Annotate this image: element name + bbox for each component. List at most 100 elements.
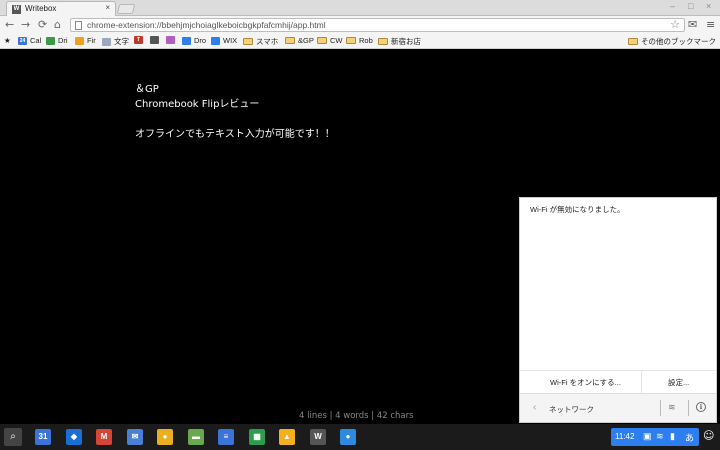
bookmark-item[interactable]: 文字 [102,36,129,47]
home-icon[interactable]: ⌂ [54,18,61,31]
minimize-icon[interactable]: – [670,1,675,11]
bookmark-label: &GP [298,36,314,45]
wifi-icon: ≋ [656,431,664,441]
bookmark-label: Dro [194,36,207,45]
doc-line-4[interactable]: オフラインでもテキスト入力が可能です！！ [135,125,335,140]
bookmark-item[interactable]: Fir [75,36,96,45]
info-icon[interactable]: i [696,402,706,412]
new-tab-button[interactable] [116,4,136,14]
tab-title: Writebox [25,4,57,13]
writebox-app-icon[interactable]: W [310,429,326,445]
battery-icon: ▮ [670,431,675,441]
enable-wifi-button[interactable]: Wi-Fi をオンにする... [550,377,621,388]
browser-toolbar: ← → ⟳ ⌂ chrome-extension://bbehjmjchoiag… [0,16,720,34]
back-arrow-icon[interactable]: ← [5,18,14,31]
bookmark-item[interactable]: &GP [285,36,314,45]
wix-icon [211,36,220,45]
accessibility-icon[interactable]: ☺ [703,429,717,443]
bookmark-star-icon[interactable]: ☆ [670,18,680,31]
settings-button[interactable]: 設定... [668,377,689,388]
bookmark-label: Cal [30,36,42,45]
gmail-app-icon[interactable]: M [96,429,112,445]
bookmark-item[interactable] [150,36,162,44]
files-app-icon[interactable]: ● [340,429,356,445]
page-icon [75,21,82,30]
bookmark-item[interactable]: Dri [46,36,68,45]
status-tray[interactable]: 11:42 ▣ ≋ ▮ あ [611,428,699,446]
firebase-icon [75,36,84,45]
document-stats: 4 lines | 4 words | 42 chars [299,411,414,421]
divider [688,400,689,416]
game-app-icon[interactable]: ▬ [188,429,204,445]
folder-icon [317,37,327,44]
other-bookmarks-label: その他のブックマーク [641,37,716,46]
drive-icon [46,36,55,45]
address-url[interactable]: chrome-extension://bbehjmjchoiaglkeboicb… [87,20,326,30]
clock: 11:42 [615,432,635,441]
folder-icon [285,37,295,44]
bookmark-label: Dri [58,36,68,45]
bookmark-item[interactable]: スマホ [243,36,278,47]
reload-icon[interactable]: ⟳ [38,18,47,31]
bookmark-label: スマホ [256,37,279,46]
network-label: ネットワーク [549,405,594,414]
drive-app-icon[interactable]: ▲ [279,429,295,445]
bookmark-label: 新宿お店 [391,37,421,46]
launcher-search-icon[interactable]: ⌕ [4,428,22,446]
bookmark-item[interactable]: Dro [182,36,206,45]
bookmark-item[interactable]: 新宿お店 [378,36,421,47]
folder-icon [378,38,388,45]
network-status-icon: ▣ [643,431,652,441]
bookmark-label: Rob [359,36,373,45]
bar-icon [166,36,175,44]
menu-icon[interactable]: ≡ [706,18,715,31]
inbox-app-icon[interactable]: ✉ [127,429,143,445]
docs-app-icon[interactable]: ≡ [218,429,234,445]
app-icon: T [134,36,143,44]
close-tab-icon[interactable]: × [105,3,110,12]
ime-indicator: あ [685,433,695,443]
tab-writebox[interactable]: W Writebox × [6,1,116,16]
network-notification-panel: Wi-Fi が無効になりました。 Wi-Fi をオンにする... 設定... ‹… [519,197,717,423]
page-icon [102,37,111,46]
close-window-icon[interactable]: × [706,1,711,11]
divider [660,400,661,416]
bookmark-label: 文字 [114,37,129,46]
folder-icon [243,38,253,45]
doc-line-2[interactable]: Chromebook Flipレビュー [135,95,259,110]
tab-strip: W Writebox × – □ × [0,0,720,16]
bookmark-item[interactable]: CW [317,36,343,45]
notification-actions: Wi-Fi をオンにする... 設定... [520,370,716,393]
bookmarks-star-icon: ★ [4,36,11,45]
shelf: ⌕ 31 ◆ M ✉ ● ▬ ≡ ▦ ▲ W ● 11:42 ▣ ≋ ▮ あ ☺ [0,424,720,450]
bookmark-item[interactable]: WIX [211,36,237,45]
sheets-app-icon[interactable]: ▦ [249,429,265,445]
bookmark-item[interactable] [166,36,178,44]
wifi-disabled-message: Wi-Fi が無効になりました。 [530,205,625,214]
face-icon [150,36,159,44]
bookmark-item[interactable]: 24 Cal [18,36,41,45]
chevron-left-icon[interactable]: ‹ [533,402,536,413]
dropbox-icon [182,36,191,45]
chrome-app-icon[interactable]: ● [157,429,173,445]
writebox-favicon: W [12,5,21,14]
folder-icon [628,38,638,45]
folder-icon [346,37,356,44]
bookmark-label: CW [330,36,343,45]
bookmark-label: WIX [223,36,238,45]
other-bookmarks[interactable]: その他のブックマーク [628,36,716,47]
forward-arrow-icon[interactable]: → [21,18,30,31]
address-bar[interactable]: chrome-extension://bbehjmjchoiaglkeboicb… [70,18,685,32]
bookmark-item[interactable]: T [134,36,146,44]
doc-line-1[interactable]: ＆GP [135,80,159,95]
gmail-extension-icon[interactable]: ✉ [688,18,697,31]
calendar-app-icon[interactable]: 31 [35,429,51,445]
network-bar: ‹ ネットワーク ≋ i [520,393,716,422]
maximize-icon[interactable]: □ [688,1,693,11]
wifi-off-icon[interactable]: ≋ [668,402,676,413]
dropbox-app-icon[interactable]: ◆ [66,429,82,445]
bookmark-item[interactable]: Rob [346,36,373,45]
actions-divider [641,371,642,393]
bookmark-label: Fir [87,36,96,45]
bookmarks-bar: ★ 24 Cal Dri Fir 文字 T Dro WIX スマホ &GP CW Rob 新宿お店 その… [0,34,720,49]
